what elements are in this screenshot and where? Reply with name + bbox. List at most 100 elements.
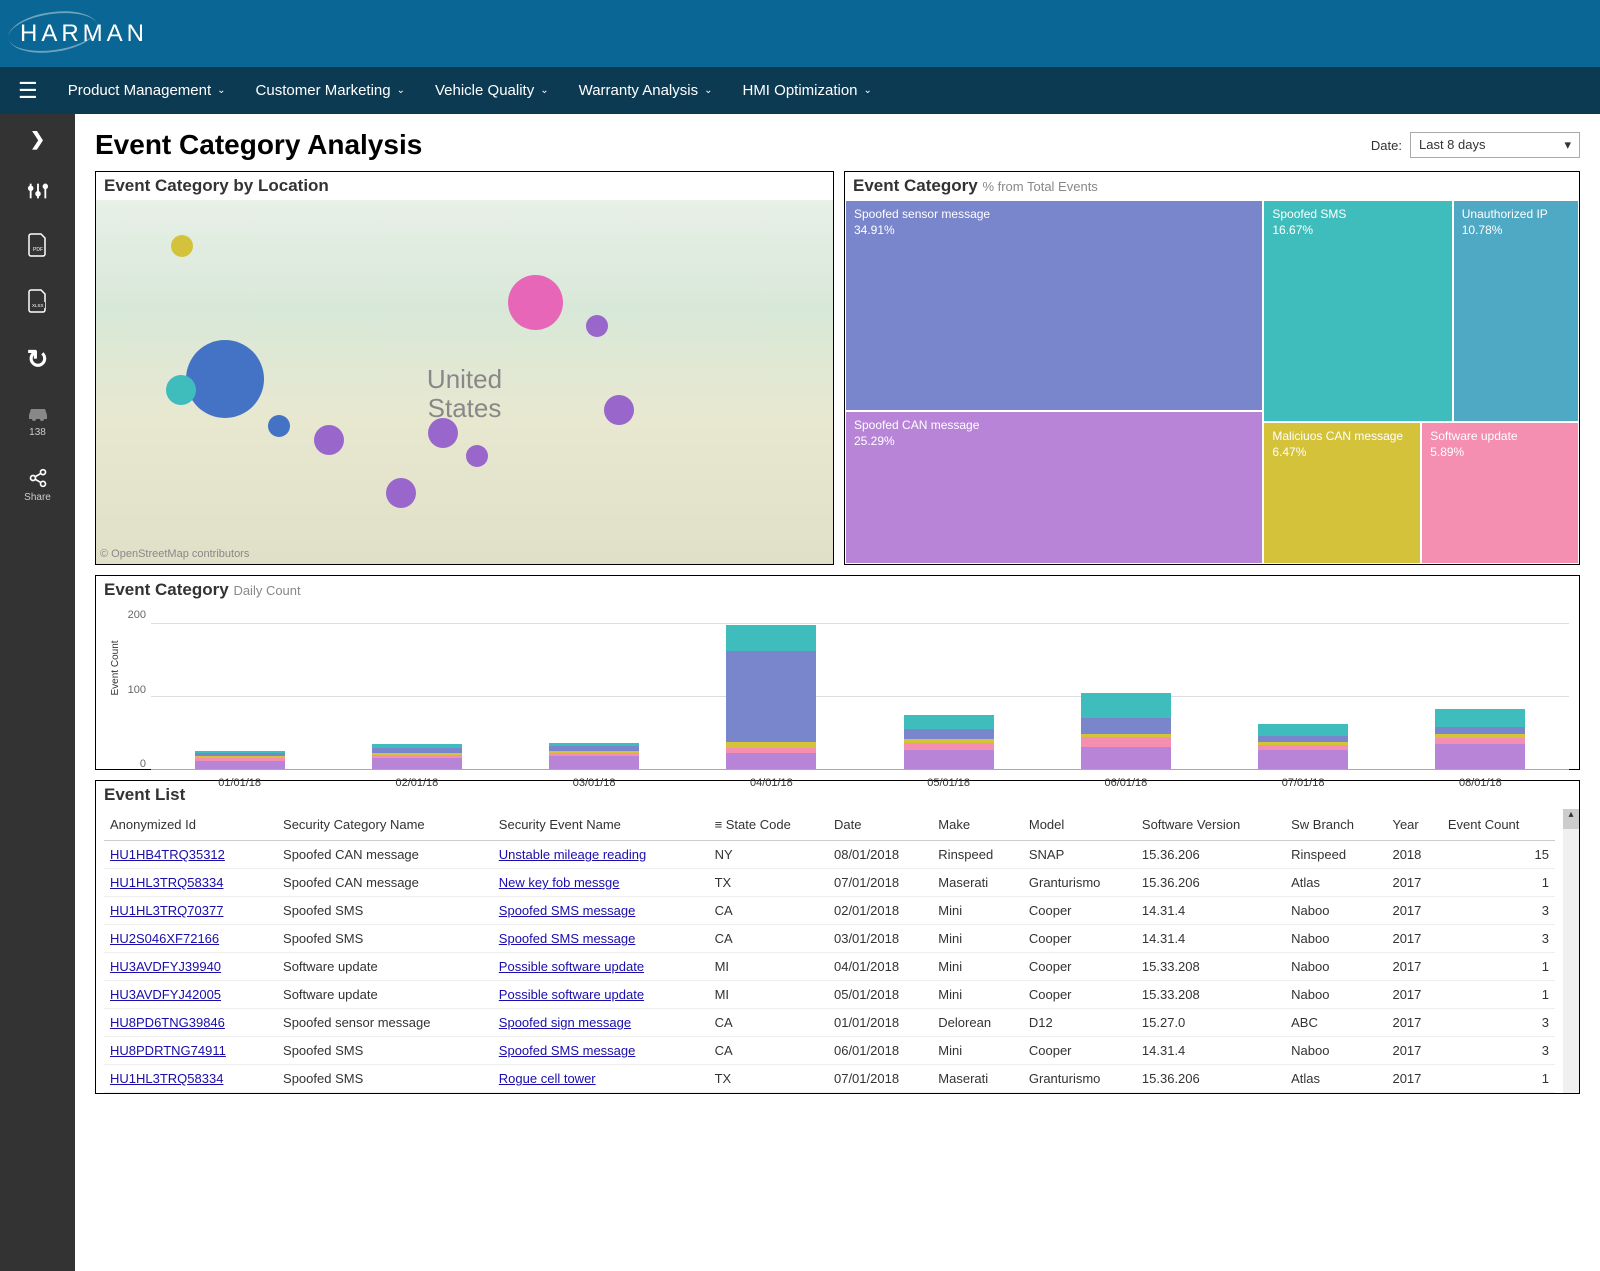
table-row: HU2S046XF72166Spoofed SMSSpoofed SMS mes…: [104, 925, 1555, 953]
sliders-icon[interactable]: [27, 180, 49, 202]
event-name-link[interactable]: Spoofed SMS message: [499, 931, 636, 946]
export-xlsx-icon[interactable]: XLSX: [26, 288, 50, 314]
bar[interactable]: 03/01/18: [549, 743, 639, 769]
cell: 15.36.206: [1136, 869, 1285, 897]
table-row: HU8PDRTNG74911Spoofed SMSSpoofed SMS mes…: [104, 1037, 1555, 1065]
cell: Cooper: [1023, 1037, 1136, 1065]
refresh-icon[interactable]: ↻: [27, 344, 49, 375]
bar[interactable]: 06/01/18: [1081, 693, 1171, 769]
map-bubble[interactable]: [386, 478, 416, 508]
col-model[interactable]: Model: [1023, 809, 1136, 841]
treemap-cell-spoofed-sms[interactable]: Spoofed SMS16.67%: [1263, 200, 1452, 422]
anon-id-link[interactable]: HU1HL3TRQ70377: [110, 903, 223, 918]
barchart-area[interactable]: Event Count 200 100 0 01/01/1802/01/1803…: [96, 604, 1579, 770]
table-row: HU8PD6TNG39846Spoofed sensor messageSpoo…: [104, 1009, 1555, 1037]
col-sec-cat[interactable]: Security Category Name: [277, 809, 493, 841]
cell: Delorean: [932, 1009, 1023, 1037]
anon-id-link[interactable]: HU8PDRTNG74911: [110, 1043, 226, 1058]
date-dropdown[interactable]: Last 8 days ▾: [1410, 132, 1580, 158]
cell: 1: [1442, 869, 1555, 897]
anon-id-link[interactable]: HU1HL3TRQ58334: [110, 875, 223, 890]
cell: 15.36.206: [1136, 841, 1285, 869]
anon-id-link[interactable]: HU3AVDFYJ39940: [110, 959, 221, 974]
cell: 04/01/2018: [828, 953, 932, 981]
map-bubble[interactable]: [186, 340, 264, 418]
treemap-cell-spoofed-can[interactable]: Spoofed CAN message25.29%: [845, 411, 1263, 564]
export-pdf-icon[interactable]: PDF: [26, 232, 50, 258]
cell: TX: [709, 1065, 828, 1093]
nav-customer-marketing[interactable]: Customer Marketing ⌄: [256, 82, 405, 99]
map-area[interactable]: UnitedStates © OpenStreetMap contributor…: [96, 200, 833, 564]
map-bubble[interactable]: [268, 415, 290, 437]
cell: 03/01/2018: [828, 925, 932, 953]
anon-id-link[interactable]: HU1HL3TRQ58334: [110, 1071, 223, 1086]
col-sec-evt[interactable]: Security Event Name: [493, 809, 709, 841]
x-tick: 01/01/18: [195, 777, 285, 789]
event-name-link[interactable]: Spoofed sign message: [499, 1015, 631, 1030]
treemap-cell-spoofed-sensor[interactable]: Spoofed sensor message34.91%: [845, 200, 1263, 411]
treemap-title: Event Category % from Total Events: [845, 172, 1579, 200]
cell: 02/01/2018: [828, 897, 932, 925]
vehicle-count-icon[interactable]: 138: [25, 405, 51, 438]
nav-label: Product Management: [68, 82, 211, 99]
anon-id-link[interactable]: HU3AVDFYJ42005: [110, 987, 221, 1002]
x-tick: 03/01/18: [549, 777, 639, 789]
col-anon-id[interactable]: Anonymized Id: [104, 809, 277, 841]
bar[interactable]: 07/01/18: [1258, 724, 1348, 769]
event-name-link[interactable]: New key fob messge: [499, 875, 620, 890]
event-name-link[interactable]: Spoofed SMS message: [499, 1043, 636, 1058]
nav-product-management[interactable]: Product Management ⌄: [68, 82, 226, 99]
map-bubble[interactable]: [604, 395, 634, 425]
map-bubble[interactable]: [166, 375, 196, 405]
table-row: HU1HL3TRQ58334Spoofed CAN messageNew key…: [104, 869, 1555, 897]
share-icon[interactable]: Share: [24, 468, 51, 503]
chevron-down-icon: ⌄: [704, 85, 712, 96]
cell: 1: [1442, 1065, 1555, 1093]
nav-hmi-optimization[interactable]: HMI Optimization ⌄: [742, 82, 871, 99]
table-scrollbar[interactable]: ▴: [1563, 809, 1579, 1093]
cell: SNAP: [1023, 841, 1136, 869]
map-bubble[interactable]: [466, 445, 488, 467]
hamburger-icon[interactable]: ☰: [18, 78, 38, 104]
event-name-link[interactable]: Possible software update: [499, 959, 644, 974]
anon-id-link[interactable]: HU2S046XF72166: [110, 931, 219, 946]
event-table: Anonymized Id Security Category Name Sec…: [104, 809, 1555, 1093]
cell: MI: [709, 981, 828, 1009]
event-name-link[interactable]: Rogue cell tower: [499, 1071, 596, 1086]
sidebar-expand-icon[interactable]: ❯: [30, 129, 45, 150]
map-bubble[interactable]: [314, 425, 344, 455]
cell: 15.36.206: [1136, 1065, 1285, 1093]
treemap-cell-malicious[interactable]: Maliciuos CAN message6.47%: [1263, 422, 1421, 564]
map-bubble[interactable]: [428, 418, 458, 448]
nav-warranty-analysis[interactable]: Warranty Analysis ⌄: [579, 82, 713, 99]
bar[interactable]: 02/01/18: [372, 744, 462, 769]
col-state[interactable]: State Code: [709, 809, 828, 841]
col-swver[interactable]: Software Version: [1136, 809, 1285, 841]
barchart-panel: Event Category Daily Count Event Count 2…: [95, 575, 1580, 770]
event-name-link[interactable]: Possible software update: [499, 987, 644, 1002]
nav-vehicle-quality[interactable]: Vehicle Quality ⌄: [435, 82, 549, 99]
treemap-cell-software[interactable]: Software update5.89%: [1421, 422, 1579, 564]
bar[interactable]: 05/01/18: [904, 715, 994, 769]
event-name-link[interactable]: Unstable mileage reading: [499, 847, 646, 862]
treemap-area[interactable]: Spoofed sensor message34.91% Spoofed CAN…: [845, 200, 1579, 564]
bar[interactable]: 08/01/18: [1435, 709, 1525, 769]
col-swbranch[interactable]: Sw Branch: [1285, 809, 1386, 841]
map-bubble[interactable]: [508, 275, 563, 330]
treemap-panel: Event Category % from Total Events Spoof…: [844, 171, 1580, 565]
col-year[interactable]: Year: [1386, 809, 1441, 841]
col-date[interactable]: Date: [828, 809, 932, 841]
bar[interactable]: 01/01/18: [195, 751, 285, 769]
anon-id-link[interactable]: HU1HB4TRQ35312: [110, 847, 225, 862]
col-count[interactable]: Event Count: [1442, 809, 1555, 841]
event-name-link[interactable]: Spoofed SMS message: [499, 903, 636, 918]
col-make[interactable]: Make: [932, 809, 1023, 841]
bar[interactable]: 04/01/18: [726, 625, 816, 769]
map-bubble[interactable]: [171, 235, 193, 257]
cell: D12: [1023, 1009, 1136, 1037]
map-bubble[interactable]: [586, 315, 608, 337]
date-label: Date:: [1371, 138, 1402, 153]
treemap-cell-unauth-ip[interactable]: Unauthorized IP10.78%: [1453, 200, 1579, 422]
cell: Atlas: [1285, 869, 1386, 897]
anon-id-link[interactable]: HU8PD6TNG39846: [110, 1015, 225, 1030]
